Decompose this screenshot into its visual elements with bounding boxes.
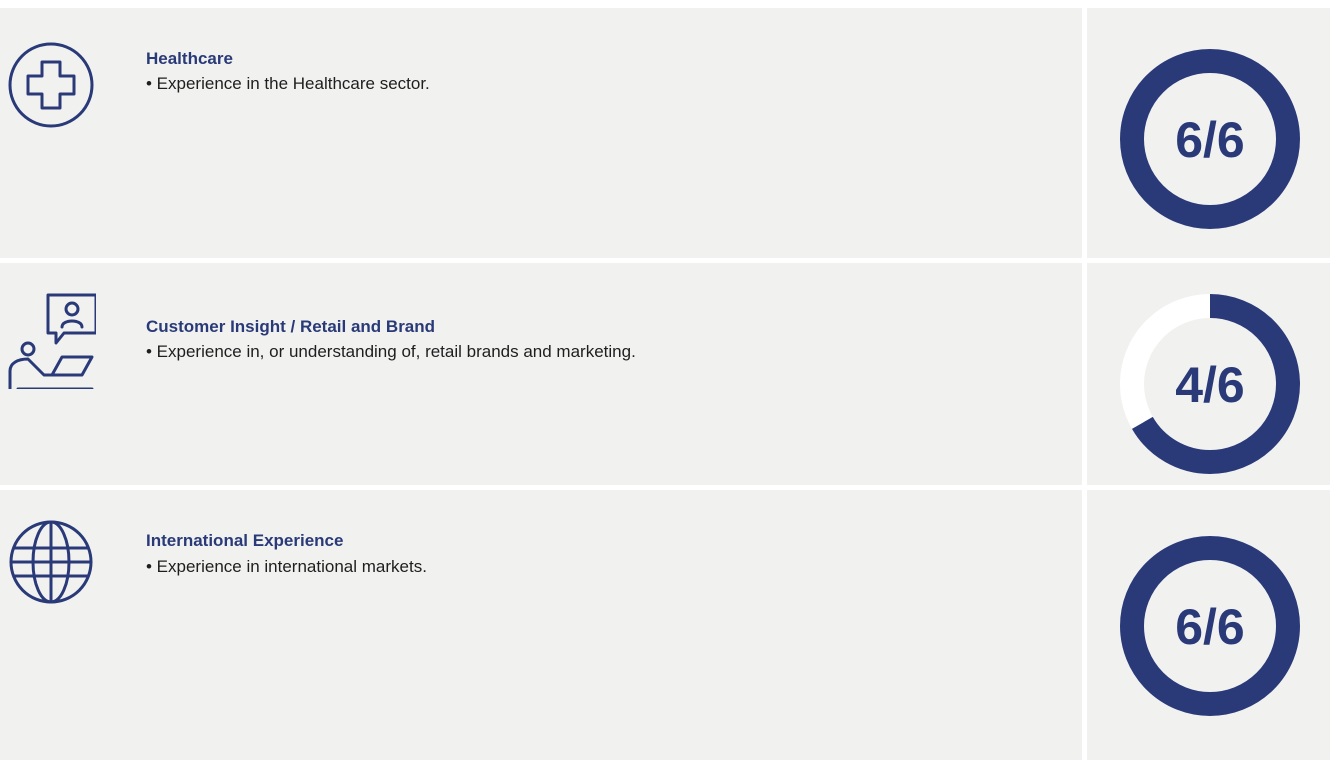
score-label: 4/6 xyxy=(1175,357,1245,413)
skill-row-customer-insight: Customer Insight / Retail and Brand • Ex… xyxy=(0,263,1330,485)
score-panel: 6/6 xyxy=(1087,8,1330,258)
skill-description: • Experience in international markets. xyxy=(146,557,427,576)
score-panel: 4/6 xyxy=(1087,263,1330,485)
score-panel: 6/6 xyxy=(1087,490,1330,760)
skill-info-panel: Customer Insight / Retail and Brand • Ex… xyxy=(0,263,1082,485)
skill-title: Healthcare xyxy=(146,49,233,68)
skill-description: • Experience in the Healthcare sector. xyxy=(146,74,430,93)
skill-row-healthcare: Healthcare • Experience in the Healthcar… xyxy=(0,8,1330,258)
skill-description: • Experience in, or understanding of, re… xyxy=(146,342,636,361)
skills-matrix: Healthcare • Experience in the Healthcar… xyxy=(0,0,1330,760)
medical-cross-icon xyxy=(6,40,96,140)
globe-icon xyxy=(6,510,96,610)
score-ring: 4/6 xyxy=(1119,293,1301,475)
skill-title: International Experience xyxy=(146,531,344,550)
score-label: 6/6 xyxy=(1175,112,1245,168)
score-ring: 6/6 xyxy=(1119,535,1301,717)
score-label: 6/6 xyxy=(1175,599,1245,655)
skill-row-international: International Experience • Experience in… xyxy=(0,490,1330,760)
skill-info-panel: Healthcare • Experience in the Healthcar… xyxy=(0,8,1082,258)
skill-info-panel: International Experience • Experience in… xyxy=(0,490,1082,760)
customer-laptop-chat-icon xyxy=(6,289,96,389)
score-ring: 6/6 xyxy=(1119,48,1301,230)
skill-title: Customer Insight / Retail and Brand xyxy=(146,317,436,336)
